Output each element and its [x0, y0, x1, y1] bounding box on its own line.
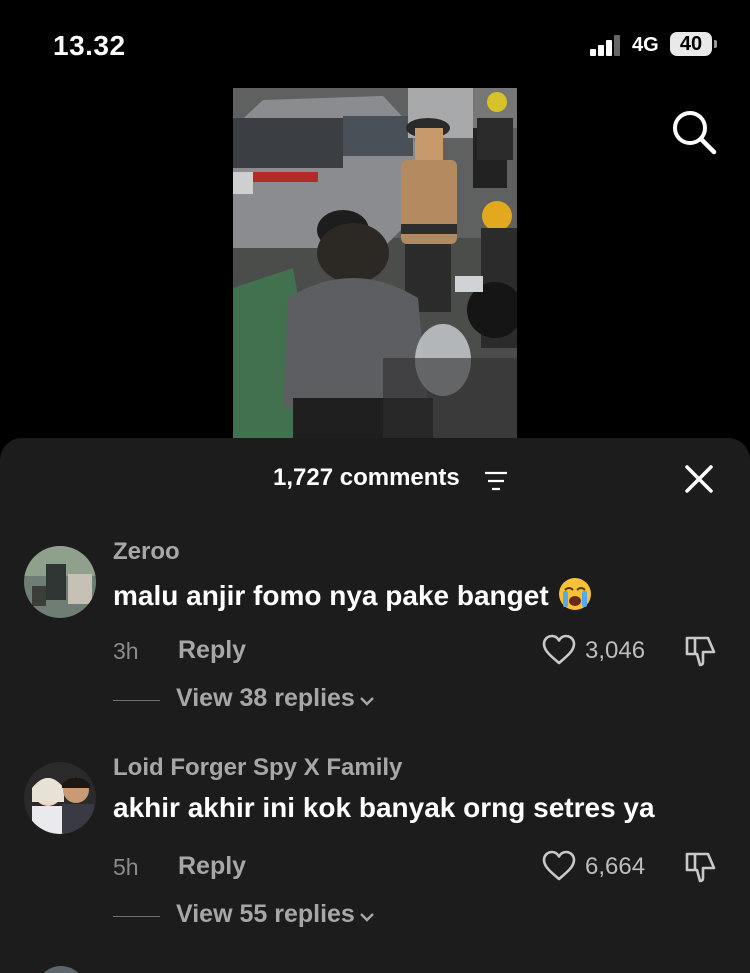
comment-body: malu anjir fomo nya pake banget	[113, 579, 549, 611]
reply-button[interactable]: Reply	[178, 636, 246, 665]
close-button[interactable]	[682, 462, 716, 496]
dislike-button[interactable]	[684, 850, 718, 884]
status-bar: 13.32 4G 40	[0, 0, 750, 88]
signal-bars-icon	[590, 34, 622, 56]
view-replies-button[interactable]: View 55 replies	[176, 900, 375, 930]
comment-username[interactable]: Zeroo	[113, 538, 180, 566]
view-replies-button[interactable]: View 38 replies	[176, 684, 375, 714]
network-type: 4G	[632, 34, 659, 56]
comment-time: 5h	[113, 854, 139, 880]
comment-text: malu anjir fomo nya pake banget	[113, 576, 593, 619]
search-button[interactable]	[668, 106, 720, 158]
like-button[interactable]	[542, 634, 576, 666]
battery-tip	[714, 40, 717, 48]
comment-item: Loid Forger Spy X Family akhir akhir ini…	[0, 754, 750, 954]
like-button[interactable]	[542, 850, 576, 882]
chevron-down-icon	[359, 901, 375, 930]
comments-header: 1,727 comments	[0, 438, 750, 522]
search-icon	[673, 111, 717, 155]
avatar[interactable]	[24, 762, 96, 834]
next-comment-avatar[interactable]	[36, 966, 86, 973]
clock: 13.32	[53, 30, 126, 61]
close-icon	[685, 465, 713, 493]
thumbs-down-icon	[685, 636, 716, 667]
comment-count: 1,727 comments	[273, 464, 460, 491]
reply-button[interactable]: Reply	[178, 852, 246, 881]
comment-body: akhir akhir ini kok banyak orng setres y…	[113, 792, 655, 823]
view-replies-label: View 55 replies	[176, 900, 355, 928]
replies-divider	[113, 700, 160, 701]
view-replies-label: View 38 replies	[176, 684, 355, 712]
crying-face-emoji-icon	[557, 576, 593, 619]
thumbs-down-icon	[685, 852, 716, 883]
avatar[interactable]	[24, 546, 96, 618]
comment-time: 3h	[113, 638, 139, 664]
like-count: 3,046	[585, 637, 646, 664]
battery-icon: 40	[670, 32, 712, 56]
heart-icon	[542, 850, 576, 881]
replies-divider	[113, 916, 160, 917]
chevron-down-icon	[359, 685, 375, 714]
sort-lines-icon[interactable]	[484, 471, 508, 491]
dislike-button[interactable]	[684, 634, 718, 668]
heart-icon	[542, 634, 576, 665]
video-frame	[233, 88, 517, 438]
video-player[interactable]	[233, 88, 517, 438]
comment-item: Zeroo malu anjir fomo nya pake banget 3h…	[0, 538, 750, 738]
like-count: 6,664	[585, 853, 646, 880]
comments-sheet: 1,727 comments Zeroo malu anjir fomo nya…	[0, 438, 750, 973]
comment-username[interactable]: Loid Forger Spy X Family	[113, 754, 402, 782]
